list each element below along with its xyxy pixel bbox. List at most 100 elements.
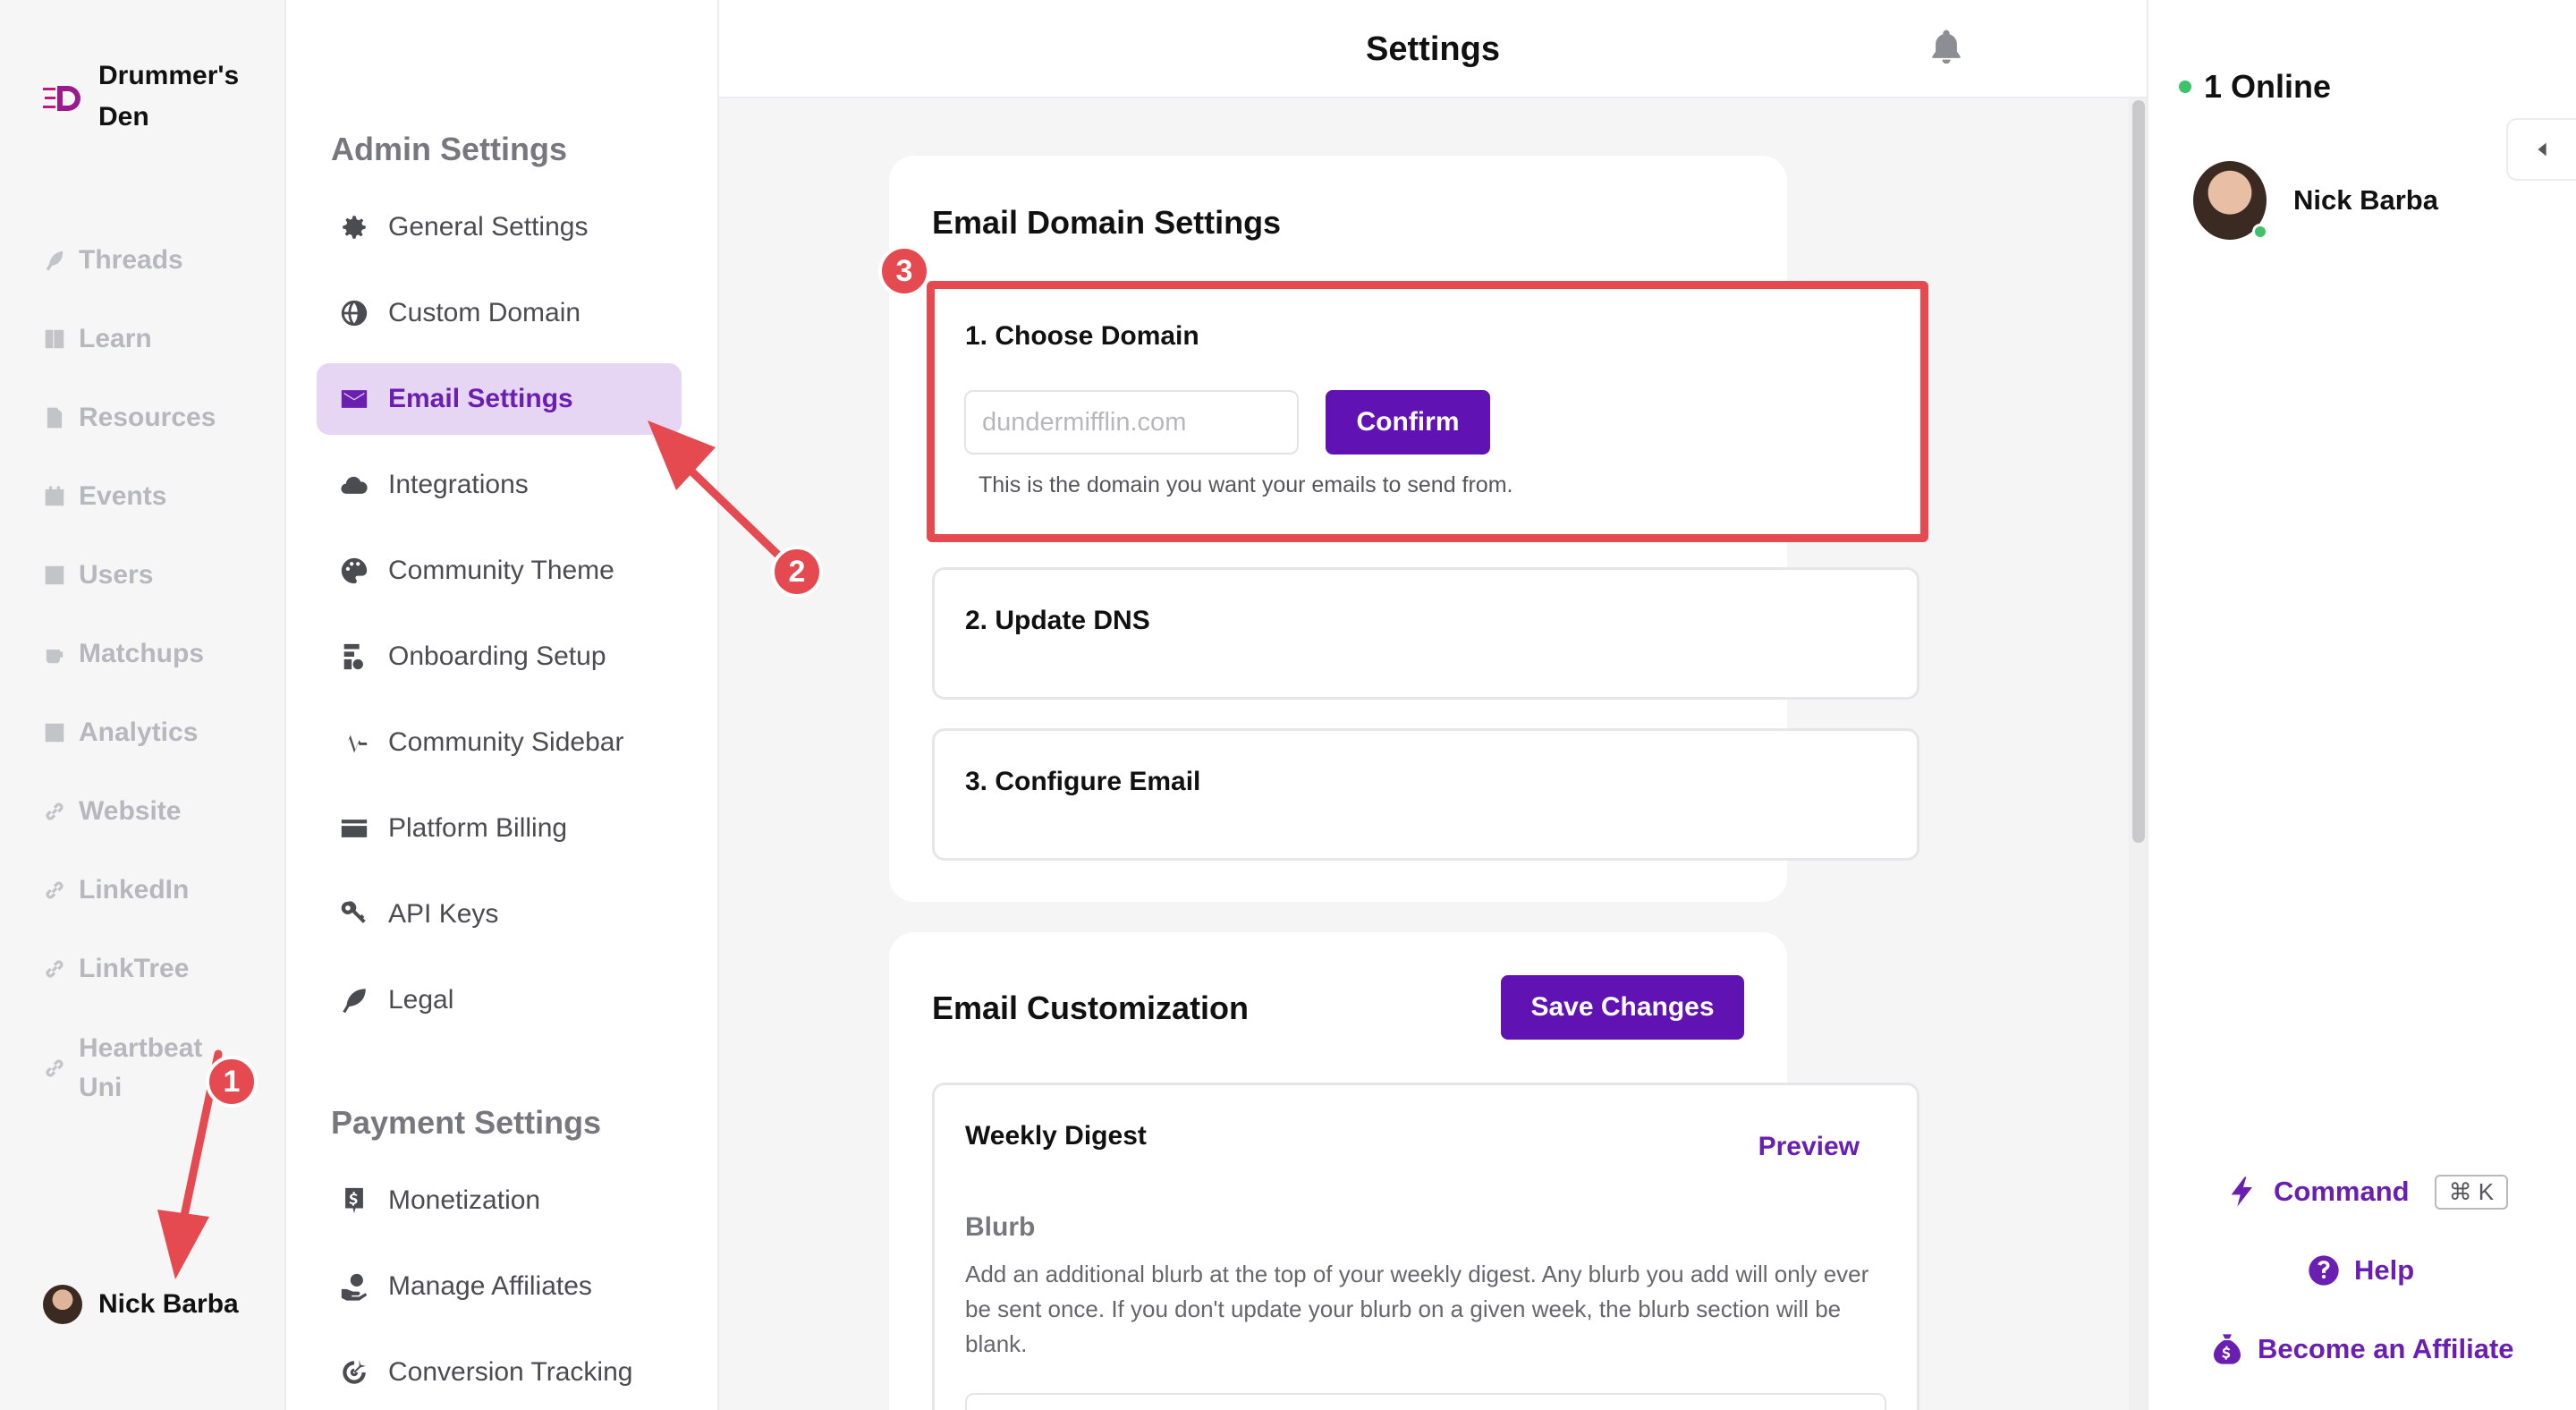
help-icon xyxy=(2309,1255,2339,1286)
nav-label: Threads xyxy=(79,245,183,275)
book-icon xyxy=(43,327,66,351)
settings-item-label: Manage Affiliates xyxy=(388,1271,592,1301)
settings-item-label: Conversion Tracking xyxy=(388,1357,633,1387)
nav-item-learn[interactable]: Learn xyxy=(43,324,152,354)
key-icon xyxy=(338,898,370,930)
email-customization-card: Email Customization Save Changes Weekly … xyxy=(889,932,1919,1410)
nav-item-linktree[interactable]: LinkTree xyxy=(43,954,189,984)
feather-icon xyxy=(338,984,370,1016)
email-domain-title: Email Domain Settings xyxy=(932,204,1282,241)
step-update-dns[interactable]: 2. Update DNS xyxy=(932,567,1919,700)
settings-item-general[interactable]: General Settings xyxy=(317,191,682,263)
settings-item-label: General Settings xyxy=(388,212,589,242)
nav-item-website[interactable]: Website xyxy=(43,796,181,827)
settings-item-manage-affiliates[interactable]: Manage Affiliates xyxy=(317,1251,682,1322)
settings-item-onboarding-setup[interactable]: Onboarding Setup xyxy=(317,621,682,692)
settings-item-label: Custom Domain xyxy=(388,298,581,327)
settings-item-community-theme[interactable]: Community Theme xyxy=(317,535,682,607)
nav-item-events[interactable]: Events xyxy=(43,481,166,512)
nav-label: Events xyxy=(79,481,167,511)
brand-logo-icon xyxy=(43,86,80,111)
domain-input[interactable] xyxy=(964,390,1299,454)
command-button[interactable]: Command ⌘ K xyxy=(2225,1174,2509,1210)
settings-item-label: Community Sidebar xyxy=(388,727,624,757)
file-icon xyxy=(43,406,66,429)
nav-item-linkedin[interactable]: LinkedIn xyxy=(43,875,189,905)
annotation-badge-2: 2 xyxy=(771,546,823,598)
online-label: 1 Online xyxy=(2204,68,2332,105)
link-icon xyxy=(43,957,66,981)
domain-hint: This is the domain you want your emails … xyxy=(979,472,1513,497)
target-icon xyxy=(338,1356,370,1389)
online-status-icon xyxy=(2252,224,2268,240)
money-bag-icon xyxy=(2214,1334,2241,1364)
current-user[interactable]: Nick Barba xyxy=(43,1285,239,1324)
nav-item-analytics[interactable]: Analytics xyxy=(43,718,198,748)
online-member[interactable]: Nick Barba xyxy=(2193,161,2438,240)
annotation-badge-3: 3 xyxy=(878,245,930,297)
settings-item-conversion-tracking[interactable]: Conversion Tracking xyxy=(317,1337,682,1408)
nav-item-threads[interactable]: Threads xyxy=(43,245,183,276)
command-label: Command xyxy=(2274,1176,2410,1207)
save-changes-button[interactable]: Save Changes xyxy=(1501,975,1744,1040)
nav-label: Resources xyxy=(79,403,216,432)
settings-item-email-settings[interactable]: Email Settings xyxy=(317,363,682,435)
top-bar: Settings xyxy=(719,0,2147,98)
dollar-icon xyxy=(338,1185,370,1217)
settings-item-custom-domain[interactable]: Custom Domain xyxy=(317,277,682,349)
nav-label: LinkTree xyxy=(79,954,190,983)
preview-link[interactable]: Preview xyxy=(1758,1132,1860,1162)
collapse-panel-button[interactable] xyxy=(2506,118,2576,181)
settings-item-label: Onboarding Setup xyxy=(388,641,606,671)
step-title: 2. Update DNS xyxy=(965,606,1150,635)
settings-item-monetization[interactable]: Monetization xyxy=(317,1165,682,1236)
confirm-button[interactable]: Confirm xyxy=(1326,390,1490,454)
brand[interactable]: Drummer's Den xyxy=(43,55,277,138)
globe-icon xyxy=(338,297,370,329)
step-title: 3. Configure Email xyxy=(965,767,1201,796)
cloud-icon xyxy=(338,469,370,501)
nav-item-heartbeat-uni[interactable]: Heartbeat Uni xyxy=(43,1029,231,1108)
scrollbar-thumb[interactable] xyxy=(2132,100,2145,843)
settings-item-legal[interactable]: Legal xyxy=(317,964,682,1036)
help-button[interactable]: Help xyxy=(2306,1253,2414,1288)
calendar-icon xyxy=(43,485,66,508)
nav-label: Matchups xyxy=(79,639,205,668)
member-name: Nick Barba xyxy=(2293,184,2438,216)
nav-item-users[interactable]: Users xyxy=(43,560,153,590)
wallet-icon xyxy=(338,812,370,845)
online-count: 1 Online xyxy=(2179,68,2331,106)
admin-settings-title: Admin Settings xyxy=(331,131,568,167)
settings-item-label: Platform Billing xyxy=(388,813,568,843)
nav-label: Heartbeat Uni xyxy=(79,1033,203,1102)
lightning-icon xyxy=(2231,1176,2252,1207)
chart-icon xyxy=(43,721,66,744)
feather-icon xyxy=(43,249,66,272)
nav-label: Analytics xyxy=(79,718,199,747)
nav-label: Learn xyxy=(79,324,152,353)
step-configure-email[interactable]: 3. Configure Email xyxy=(932,728,1919,861)
blurb-title: Blurb xyxy=(965,1212,1036,1242)
nav-item-resources[interactable]: Resources xyxy=(43,403,216,433)
settings-item-platform-billing[interactable]: Platform Billing xyxy=(317,793,682,864)
hand-coin-icon xyxy=(338,1270,370,1303)
settings-item-label: Email Settings xyxy=(388,384,573,413)
settings-nav: Admin Settings General Settings Custom D… xyxy=(286,0,719,1410)
settings-item-community-sidebar[interactable]: Community Sidebar xyxy=(317,707,682,778)
settings-item-api-keys[interactable]: API Keys xyxy=(317,879,682,950)
nav-item-matchups[interactable]: Matchups xyxy=(43,639,204,669)
bell-icon[interactable] xyxy=(1927,25,1966,68)
settings-item-label: Legal xyxy=(388,985,454,1015)
settings-item-label: Monetization xyxy=(388,1185,541,1215)
settings-item-label: API Keys xyxy=(388,899,499,929)
main-content: Settings Email Domain Settings 1. Choose… xyxy=(719,0,2147,1410)
online-dot-icon xyxy=(2179,81,2191,93)
nav-label: LinkedIn xyxy=(79,875,190,905)
settings-item-integrations[interactable]: Integrations xyxy=(317,449,682,521)
blurb-input[interactable] xyxy=(965,1393,1886,1410)
blurb-description: Add an additional blurb at the top of yo… xyxy=(965,1261,1869,1357)
avatar xyxy=(2193,161,2268,240)
become-affiliate-button[interactable]: Become an Affiliate xyxy=(2209,1331,2514,1367)
help-label: Help xyxy=(2354,1254,2415,1286)
user-card-icon xyxy=(43,564,66,587)
